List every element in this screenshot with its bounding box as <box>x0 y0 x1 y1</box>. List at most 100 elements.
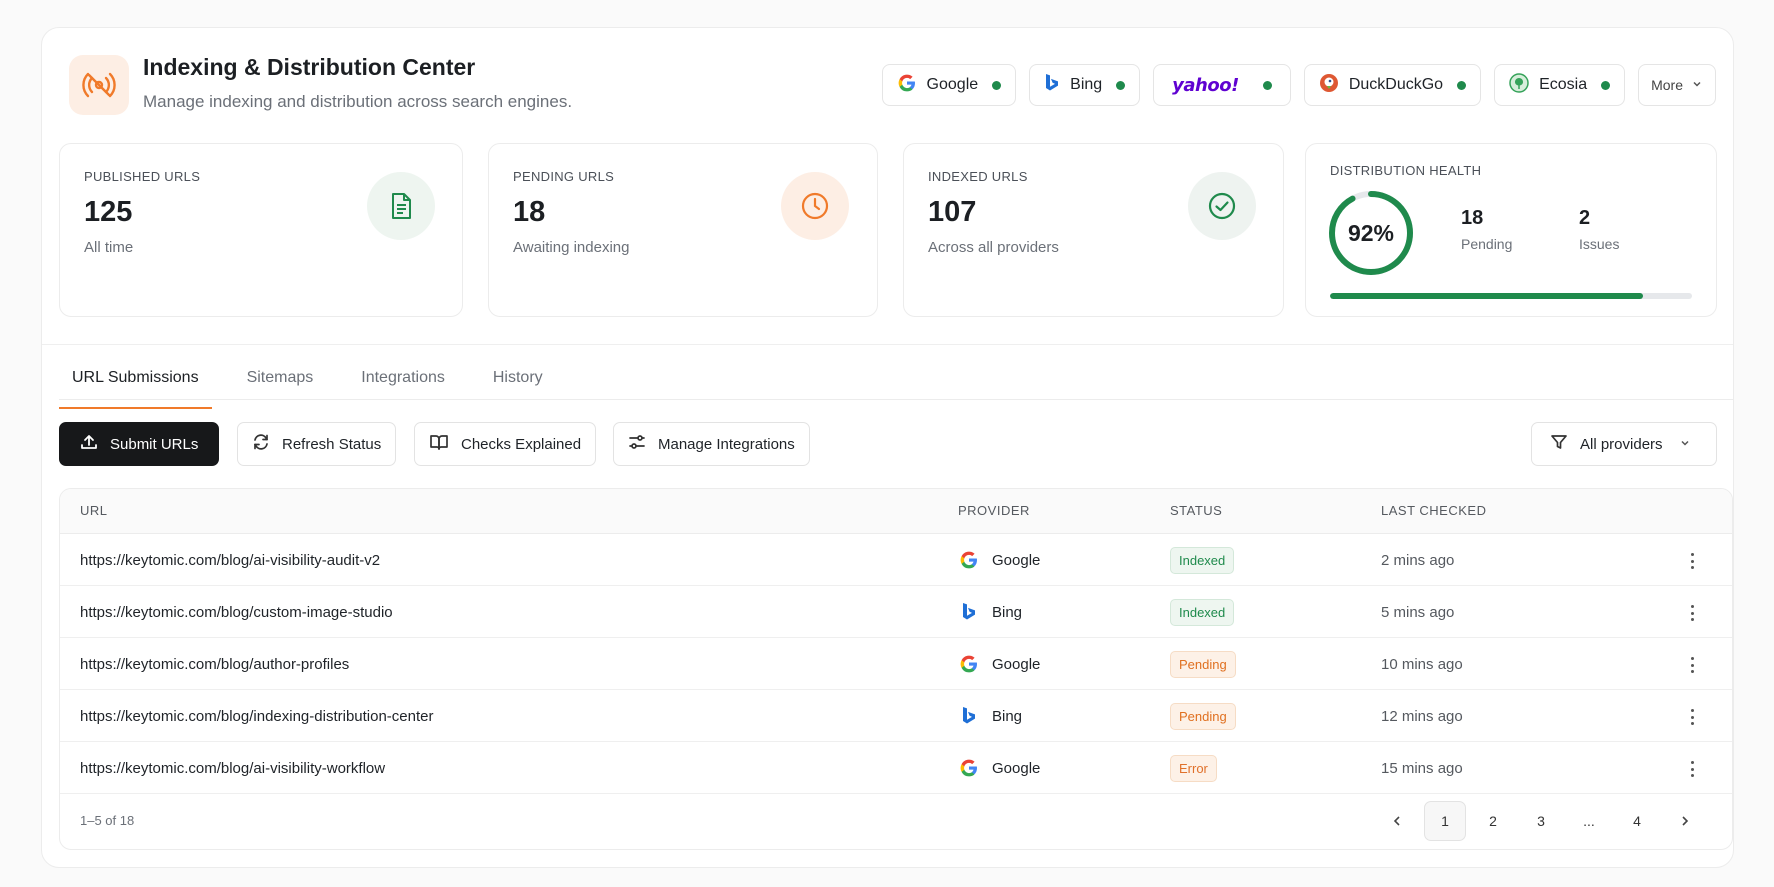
stat-sub: Across all providers <box>928 239 1059 256</box>
manage-integrations-label: Manage Integrations <box>658 435 795 453</box>
distribution-health-card: DISTRIBUTION HEALTH 92% 18 Pending 2 Iss… <box>1305 143 1717 317</box>
stat-card-pending: PENDING URLS 18 Awaiting indexing <box>488 143 878 317</box>
url-submissions-table: URL PROVIDER STATUS LAST CHECKED https:/… <box>59 488 1733 850</box>
provider-chip-google[interactable]: Google <box>881 64 1017 106</box>
column-header-url: URL <box>80 503 108 518</box>
column-header-status: STATUS <box>1170 503 1223 518</box>
provider-chip-label: Bing <box>1070 76 1103 93</box>
section-divider <box>42 344 1733 345</box>
chevron-down-icon <box>1679 436 1691 453</box>
status-badge: Error <box>1170 754 1217 782</box>
provider-filter-label: All providers <box>1580 435 1663 453</box>
page-button[interactable]: 3 <box>1520 801 1562 841</box>
row-actions-menu-icon[interactable] <box>1691 709 1695 725</box>
status-cell: Indexed <box>1170 586 1235 638</box>
column-header-last-checked: LAST CHECKED <box>1381 503 1487 518</box>
table-row[interactable]: https://keytomic.com/blog/author-profile… <box>60 638 1732 690</box>
bing-icon <box>958 602 980 622</box>
provider-chip-bing[interactable]: Bing <box>1029 64 1141 106</box>
chevron-left-icon <box>1393 816 1400 826</box>
provider-filter-dropdown[interactable]: All providers <box>1531 422 1717 466</box>
check-circle-icon <box>1188 172 1256 240</box>
chevron-down-icon <box>1691 77 1703 93</box>
url-cell[interactable]: https://keytomic.com/blog/custom-image-s… <box>80 586 393 638</box>
google-icon <box>958 758 980 778</box>
page-subtitle: Manage indexing and distribution across … <box>143 92 573 111</box>
stat-card-indexed: INDEXED URLS 107 Across all providers <box>903 143 1284 317</box>
stat-value: 125 <box>84 196 133 228</box>
google-icon <box>958 550 980 570</box>
provider-name: Google <box>992 759 1041 777</box>
status-cell: Pending <box>1170 638 1236 690</box>
row-actions-menu-icon[interactable] <box>1691 605 1695 621</box>
last-checked-cell: 15 mins ago <box>1381 759 1463 777</box>
health-pending-value: 18 <box>1461 207 1484 229</box>
manage-integrations-button[interactable]: Manage Integrations <box>613 422 810 466</box>
refresh-icon <box>252 433 270 455</box>
status-dot <box>1601 80 1611 90</box>
row-actions-menu-icon[interactable] <box>1691 761 1695 777</box>
more-providers-dropdown[interactable]: More <box>1638 64 1716 106</box>
table-row[interactable]: https://keytomic.com/blog/indexing-distr… <box>60 690 1732 742</box>
stat-label: PUBLISHED URLS <box>84 169 201 184</box>
provider-name: Google <box>992 551 1041 569</box>
refresh-status-button[interactable]: Refresh Status <box>237 422 397 466</box>
table-row[interactable]: https://keytomic.com/blog/ai-visibility-… <box>60 742 1732 794</box>
radar-logo-icon <box>69 55 129 115</box>
page-button[interactable]: 1 <box>1424 801 1466 841</box>
provider-chip-ecosia[interactable]: Ecosia <box>1494 64 1626 106</box>
row-actions-menu-icon[interactable] <box>1691 553 1695 569</box>
health-percent: 92% <box>1347 219 1395 246</box>
last-checked-cell: 10 mins ago <box>1381 655 1463 673</box>
pagination: 1 2 3... 4 <box>1370 801 1706 841</box>
table-footer: 1–5 of 18 1 2 3... 4 <box>60 793 1732 849</box>
checks-explained-button[interactable]: Checks Explained <box>414 422 597 466</box>
stat-label: DISTRIBUTION HEALTH <box>1330 163 1482 178</box>
stat-label: INDEXED URLS <box>928 169 1028 184</box>
google-icon <box>958 654 980 674</box>
url-cell[interactable]: https://keytomic.com/blog/ai-visibility-… <box>80 534 380 586</box>
last-checked-cell: 5 mins ago <box>1381 603 1455 621</box>
url-cell[interactable]: https://keytomic.com/blog/author-profile… <box>80 638 349 690</box>
table-row[interactable]: https://keytomic.com/blog/custom-image-s… <box>60 586 1732 638</box>
more-label: More <box>1651 77 1683 93</box>
page-title: Indexing & Distribution Center <box>143 54 476 80</box>
status-dot <box>992 80 1002 90</box>
provider-name: Bing <box>992 603 1023 621</box>
prev-page-button[interactable] <box>1376 801 1418 841</box>
url-cell[interactable]: https://keytomic.com/blog/ai-visibility-… <box>80 742 385 794</box>
provider-chip-duckduckgo[interactable]: DuckDuckGo <box>1303 64 1482 106</box>
tabs-underline <box>59 399 1733 400</box>
url-cell[interactable]: https://keytomic.com/blog/indexing-distr… <box>80 690 434 742</box>
page-button[interactable]: 2 <box>1472 801 1514 841</box>
stat-value: 107 <box>928 196 977 228</box>
provider-name: Google <box>992 655 1041 673</box>
status-cell: Error <box>1170 742 1217 794</box>
last-checked-cell: 12 mins ago <box>1381 707 1463 725</box>
provider-chip-yahoo[interactable]: yahoo! <box>1153 64 1291 106</box>
upload-icon <box>80 433 98 455</box>
provider-cell: Bing <box>958 690 1022 742</box>
yahoo-logo: yahoo! <box>1172 74 1239 96</box>
row-actions-menu-icon[interactable] <box>1691 657 1695 673</box>
checks-explained-label: Checks Explained <box>461 435 582 453</box>
provider-chip-label: DuckDuckGo <box>1348 76 1444 93</box>
clock-icon <box>781 172 849 240</box>
submit-urls-button[interactable]: Submit URLs <box>59 422 220 466</box>
next-page-button[interactable] <box>1664 801 1706 841</box>
page-button[interactable]: 4 <box>1616 801 1658 841</box>
health-issues-value: 2 <box>1579 207 1591 229</box>
provider-cell: Google <box>958 742 1040 794</box>
provider-cell: Google <box>958 638 1040 690</box>
provider-cell: Google <box>958 534 1040 586</box>
provider-cell: Bing <box>958 586 1022 638</box>
ecosia-icon <box>1509 72 1529 98</box>
status-dot <box>1116 80 1126 90</box>
status-badge: Pending <box>1170 650 1236 678</box>
stat-value: 18 <box>513 196 546 228</box>
last-checked-cell: 2 mins ago <box>1381 551 1455 569</box>
submit-urls-label: Submit URLs <box>110 435 199 453</box>
stat-card-published: PUBLISHED URLS 125 All time <box>59 143 463 317</box>
stat-sub: All time <box>84 239 134 256</box>
table-row[interactable]: https://keytomic.com/blog/ai-visibility-… <box>60 534 1732 586</box>
